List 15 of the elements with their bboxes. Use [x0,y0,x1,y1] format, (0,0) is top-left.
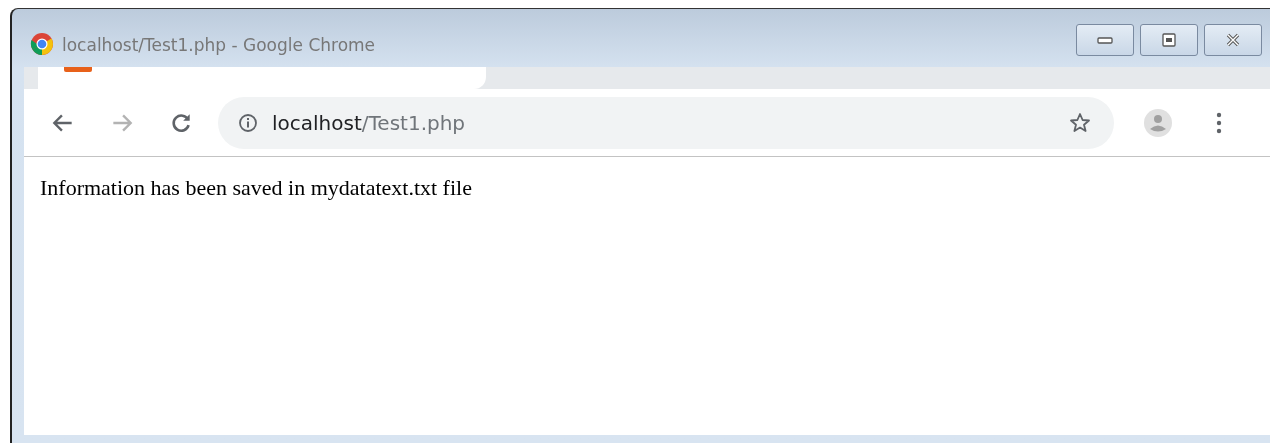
minimize-icon [1095,35,1115,45]
page-message: Information has been saved in mydatatext.txt file [40,175,473,201]
address-bar[interactable]: localhost/Test1.php [218,96,1114,149]
profile-avatar-icon[interactable] [1144,108,1172,137]
url-text: localhost/Test1.php [272,110,466,135]
star-icon[interactable] [1068,110,1092,135]
info-icon[interactable] [238,112,258,133]
close-icon [1225,32,1241,48]
chrome-logo-icon [30,32,54,56]
maximize-button[interactable] [1140,24,1198,56]
menu-icon[interactable] [1216,111,1222,134]
close-button[interactable] [1204,24,1262,56]
window-title: localhost/Test1.php - Google Chrome [62,35,376,55]
maximize-icon [1161,32,1177,48]
minimize-button[interactable] [1076,24,1134,56]
